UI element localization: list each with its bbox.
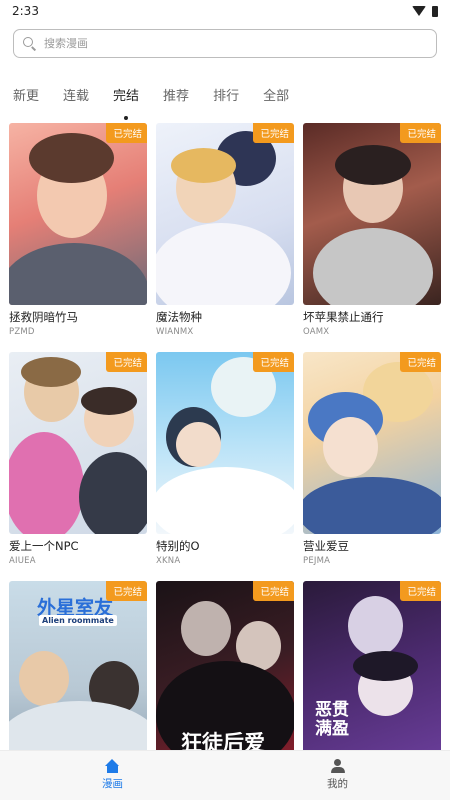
- category-tabs: 新更 连载 完结 推荐 排行 全部: [13, 84, 313, 120]
- comic-card[interactable]: 外星室友 Alien roommate 已完结: [9, 581, 147, 750]
- comic-card[interactable]: 已完结 营业爱豆 PEJMA: [303, 352, 441, 572]
- home-icon: [105, 759, 120, 773]
- comic-author: PZMD: [9, 327, 35, 337]
- comic-cover[interactable]: 外星室友 Alien roommate 已完结: [9, 581, 147, 750]
- tab-all[interactable]: 全部: [263, 84, 289, 112]
- comic-cover[interactable]: 已完结: [303, 123, 441, 305]
- completed-badge: 已完结: [400, 581, 441, 601]
- comic-card[interactable]: 已完结 特别的O XKNA: [156, 352, 294, 572]
- comic-title: 拯救阴暗竹马: [9, 310, 78, 324]
- comic-card[interactable]: 已完结 坏苹果禁止通行 OAMX: [303, 123, 441, 343]
- comic-cover[interactable]: 已完结: [9, 123, 147, 305]
- comic-card[interactable]: 已完结 爱上一个NPC AIUEA: [9, 352, 147, 572]
- bottom-nav: 漫画 我的: [0, 750, 450, 800]
- completed-badge: 已完结: [400, 123, 441, 143]
- battery-icon: [432, 5, 438, 17]
- nav-mine-label: 我的: [327, 778, 348, 790]
- comic-author: AIUEA: [9, 556, 36, 566]
- completed-badge: 已完结: [106, 123, 147, 143]
- comic-author: PEJMA: [303, 556, 331, 566]
- comic-cover[interactable]: 已完结: [303, 352, 441, 534]
- comic-title: 魔法物种: [156, 310, 202, 324]
- comic-cover[interactable]: 已完结: [156, 123, 294, 305]
- wifi-icon: [412, 6, 426, 16]
- comic-cover[interactable]: 恶贯满盈 已完结: [303, 581, 441, 750]
- comic-card[interactable]: 已完结 魔法物种 WIANMX: [156, 123, 294, 343]
- comic-author: WIANMX: [156, 327, 194, 337]
- comic-card[interactable]: 恶贯满盈 已完结: [303, 581, 441, 750]
- comic-cover[interactable]: 狂徒后爱 已完结: [156, 581, 294, 750]
- comic-cover[interactable]: 已完结: [156, 352, 294, 534]
- completed-badge: 已完结: [106, 352, 147, 372]
- user-icon: [330, 759, 345, 773]
- comic-title: 坏苹果禁止通行: [303, 310, 384, 324]
- completed-badge: 已完结: [253, 581, 294, 601]
- cover-title-text: 狂徒后爱: [181, 730, 265, 750]
- completed-badge: 已完结: [400, 352, 441, 372]
- search-icon: [23, 37, 36, 50]
- comic-title: 爱上一个NPC: [9, 539, 79, 553]
- cover-title-text: 恶贯满盈: [315, 700, 349, 739]
- status-icons: [412, 5, 438, 17]
- completed-badge: 已完结: [253, 352, 294, 372]
- completed-badge: 已完结: [253, 123, 294, 143]
- status-time: 2:33: [12, 4, 39, 18]
- nav-comics[interactable]: 漫画: [0, 751, 225, 800]
- cover-subtitle-text: Alien roommate: [39, 615, 117, 626]
- comic-author: XKNA: [156, 556, 181, 566]
- search-bar[interactable]: [13, 29, 437, 58]
- nav-mine[interactable]: 我的: [225, 751, 450, 800]
- search-input[interactable]: [44, 37, 404, 50]
- tab-recommended[interactable]: 推荐: [163, 84, 189, 112]
- tab-completed[interactable]: 完结: [113, 84, 139, 120]
- comic-author: OAMX: [303, 327, 330, 337]
- comic-grid: 已完结 拯救阴暗竹马 PZMD 已完结 魔法物种 WIANMX 已完结 坏苹果禁…: [9, 123, 441, 750]
- comic-card[interactable]: 狂徒后爱 已完结: [156, 581, 294, 750]
- completed-badge: 已完结: [106, 581, 147, 601]
- comic-title: 特别的O: [156, 539, 200, 553]
- status-bar: 2:33: [0, 0, 450, 22]
- tab-new[interactable]: 新更: [13, 84, 39, 112]
- comic-cover[interactable]: 已完结: [9, 352, 147, 534]
- comic-card[interactable]: 已完结 拯救阴暗竹马 PZMD: [9, 123, 147, 343]
- tab-serializing[interactable]: 连载: [63, 84, 89, 112]
- comic-title: 营业爱豆: [303, 539, 349, 553]
- tab-ranking[interactable]: 排行: [213, 84, 239, 112]
- nav-comics-label: 漫画: [102, 778, 123, 790]
